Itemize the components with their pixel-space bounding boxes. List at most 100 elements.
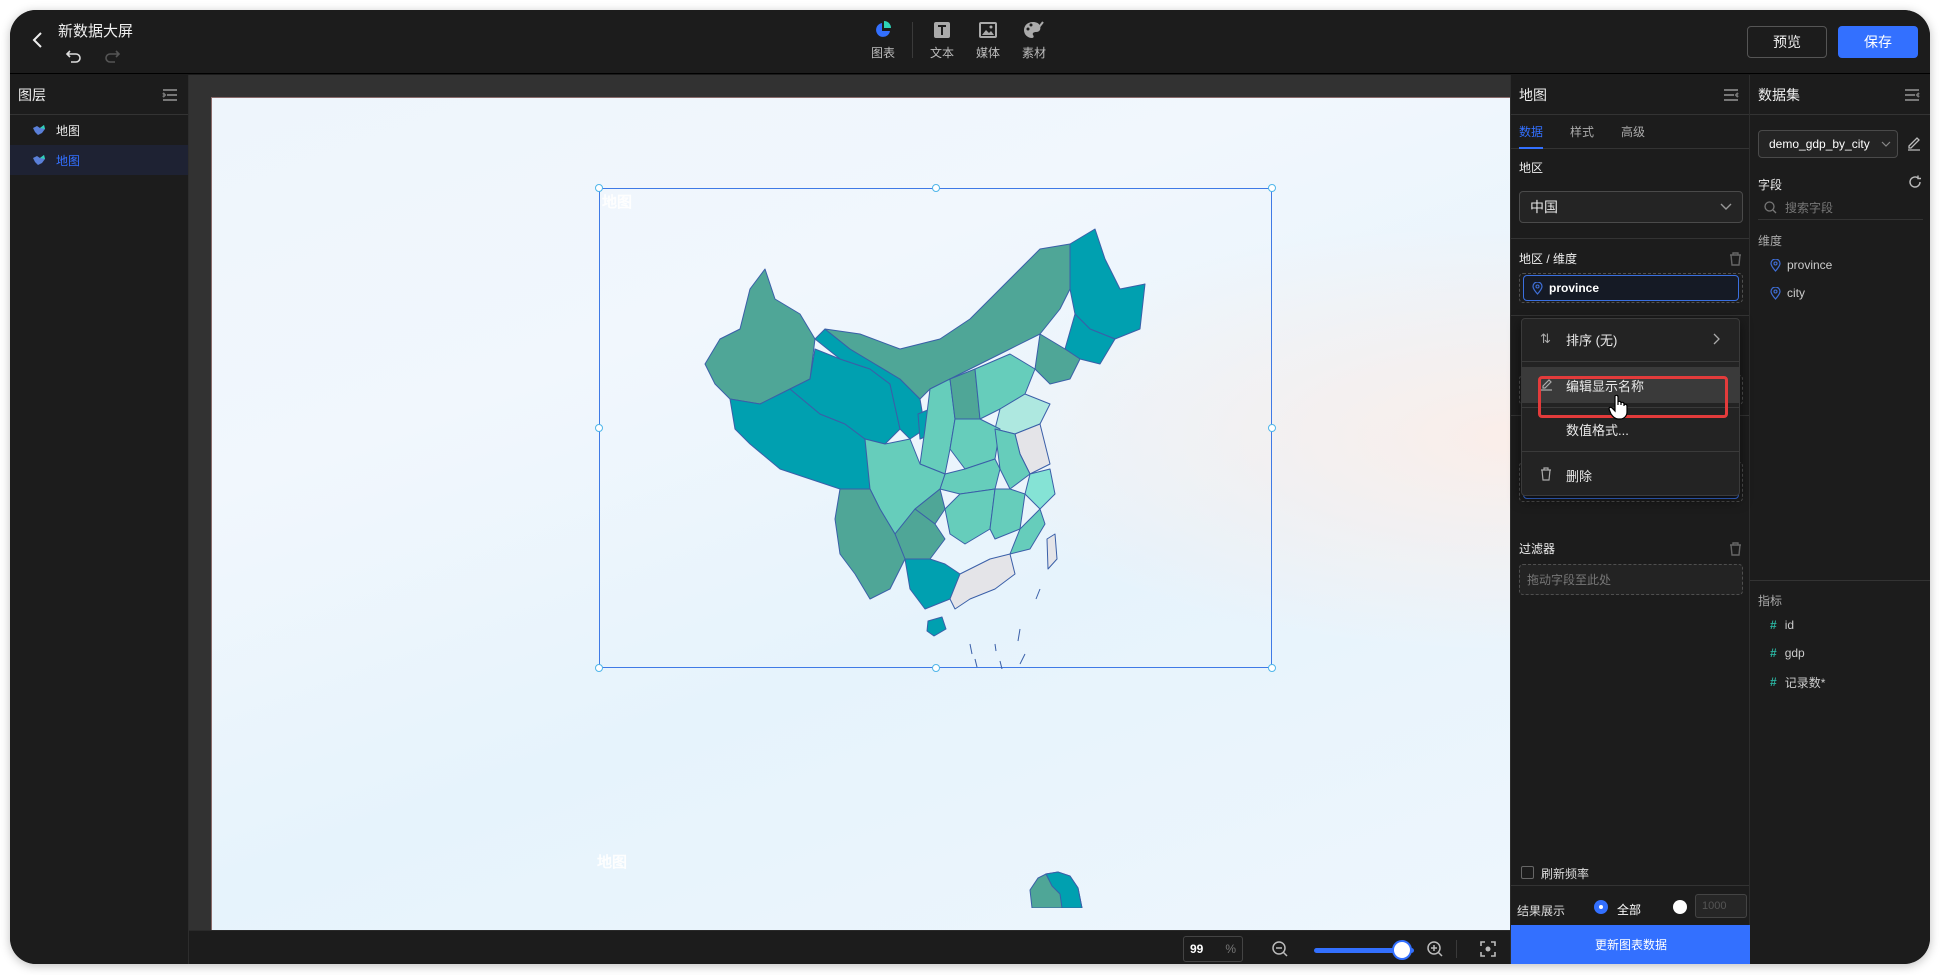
map-region-hunan[interactable] (944, 488, 996, 545)
undo-icon[interactable] (64, 46, 84, 66)
divider (1522, 407, 1739, 408)
radio-all-label: 全部 (1617, 903, 1642, 917)
menu-item-label: 排序 (无) (1566, 332, 1618, 348)
text-icon (934, 22, 950, 38)
dataset-title: 数据集 (1758, 86, 1800, 103)
tool-chart[interactable]: 图表 (860, 20, 906, 61)
sort-icon: ⇅ (1540, 331, 1551, 346)
dataset-selected: demo_gdp_by_city (1769, 137, 1870, 151)
preview-button[interactable]: 预览 (1747, 26, 1827, 58)
divider (1522, 451, 1739, 452)
resize-handle[interactable] (932, 664, 940, 672)
menu-item-sort[interactable]: ⇅ 排序 (无) (1522, 321, 1739, 357)
update-chart-data-button[interactable]: 更新图表数据 (1511, 925, 1751, 964)
map-region-hainan[interactable] (926, 616, 947, 637)
zoom-slider-handle[interactable] (1392, 940, 1412, 960)
zoom-unit: % (1225, 942, 1236, 956)
map-region-xinjiang[interactable] (704, 268, 816, 405)
screen-canvas[interactable]: 地图 地图 (211, 97, 1510, 930)
search-icon (1764, 201, 1777, 214)
resize-handle[interactable] (595, 424, 603, 432)
props-title: 地图 (1519, 86, 1547, 103)
dataset-panel: 数据集 demo_gdp_by_city 字段 维度 province city… (1750, 75, 1930, 964)
dataset-select[interactable]: demo_gdp_by_city (1758, 130, 1898, 158)
map-widget-selected[interactable]: 地图 (595, 184, 1276, 672)
chevron-down-icon (1720, 203, 1732, 210)
measure-field-item[interactable]: # gdp (1770, 643, 1805, 663)
dimension-field-item[interactable]: province (1770, 255, 1832, 275)
dimension-field-item[interactable]: city (1770, 283, 1805, 303)
fields-label: 字段 (1758, 178, 1783, 192)
tool-text[interactable]: 文本 (919, 20, 965, 61)
resize-handle[interactable] (932, 184, 940, 192)
resize-handle[interactable] (595, 184, 603, 192)
tool-media[interactable]: 媒体 (965, 20, 1011, 61)
field-name: city (1787, 286, 1805, 300)
field-search-input[interactable] (1785, 200, 1905, 215)
filter-dropzone[interactable]: 拖动字段至此处 (1519, 564, 1743, 595)
refresh-checkbox[interactable] (1521, 866, 1534, 879)
tab-advanced[interactable]: 高级 (1621, 115, 1645, 148)
fit-screen-icon[interactable] (1479, 940, 1497, 958)
layers-header: 图层 (10, 75, 188, 115)
layer-item[interactable]: 地图 (10, 115, 188, 145)
trash-icon[interactable] (1729, 542, 1742, 556)
region-select[interactable]: 中国 (1519, 191, 1743, 223)
location-pin-icon (1770, 286, 1781, 300)
map-region-zhejiang[interactable] (1024, 468, 1056, 510)
result-display-label: 结果展示 (1517, 904, 1566, 918)
trash-icon[interactable] (1729, 252, 1742, 266)
chevron-left-icon[interactable] (24, 26, 52, 54)
china-choropleth-map[interactable] (600, 189, 1273, 669)
menu-item-edit-display-name[interactable]: 编辑显示名称 (1522, 367, 1739, 403)
tool-label: 图表 (870, 46, 895, 60)
refresh-label: 刷新频率 (1541, 867, 1590, 881)
measures-label: 指标 (1758, 594, 1783, 608)
radio-all[interactable] (1594, 900, 1608, 914)
page-title: 新数据大屏 (58, 23, 134, 40)
collapse-menu-icon[interactable] (1904, 88, 1920, 102)
tool-assets[interactable]: 素材 (1011, 20, 1057, 61)
refresh-icon[interactable] (1908, 175, 1922, 189)
island-mark (1019, 653, 1026, 665)
divider (1456, 940, 1457, 958)
divider (1511, 238, 1749, 239)
canvas-area: 地图 地图 (189, 75, 1510, 930)
divider (1511, 885, 1749, 886)
map-region-guangdong[interactable] (949, 553, 1016, 610)
number-icon: # (1770, 646, 1777, 660)
layers-panel: 图层 地图 地图 (10, 75, 189, 964)
tool-label: 文本 (929, 46, 954, 60)
radio-limit[interactable] (1673, 900, 1687, 914)
dimension-field-pill[interactable]: province (1523, 275, 1739, 301)
edit-icon[interactable] (1906, 135, 1922, 151)
tool-label: 素材 (1021, 46, 1046, 60)
properties-panel: 地图 数据 样式 高级 地区 中国 地区 / 维度 province city … (1510, 75, 1751, 964)
resize-handle[interactable] (1268, 424, 1276, 432)
collapse-menu-icon[interactable] (1723, 88, 1739, 102)
menu-item-delete[interactable]: 删除 (1522, 457, 1739, 493)
menu-item-number-format[interactable]: 数值格式... (1522, 411, 1739, 447)
save-button[interactable]: 保存 (1838, 26, 1918, 58)
limit-input[interactable]: 1000 (1695, 894, 1747, 918)
map-widget-partial[interactable] (1022, 868, 1092, 908)
map-layer-icon (33, 125, 45, 135)
measure-field-item[interactable]: # id (1770, 615, 1794, 635)
palette-icon (1024, 21, 1044, 38)
resize-handle[interactable] (1268, 184, 1276, 192)
field-name: 记录数* (1784, 675, 1826, 690)
zoom-in-icon[interactable] (1426, 940, 1444, 958)
resize-handle[interactable] (595, 664, 603, 672)
tab-data[interactable]: 数据 (1519, 115, 1544, 149)
measure-field-item[interactable]: # 记录数* (1770, 672, 1825, 692)
layer-item-active[interactable]: 地图 (10, 145, 188, 175)
map-region-taiwan[interactable] (1046, 533, 1058, 570)
resize-handle[interactable] (1268, 664, 1276, 672)
zoom-out-icon[interactable] (1271, 940, 1289, 958)
tab-style[interactable]: 样式 (1570, 115, 1594, 148)
zoom-input[interactable]: 99 % (1183, 936, 1243, 962)
field-search[interactable] (1758, 196, 1923, 220)
divider (1750, 580, 1930, 581)
redo-icon[interactable] (102, 46, 122, 66)
collapse-menu-icon[interactable] (162, 88, 178, 102)
